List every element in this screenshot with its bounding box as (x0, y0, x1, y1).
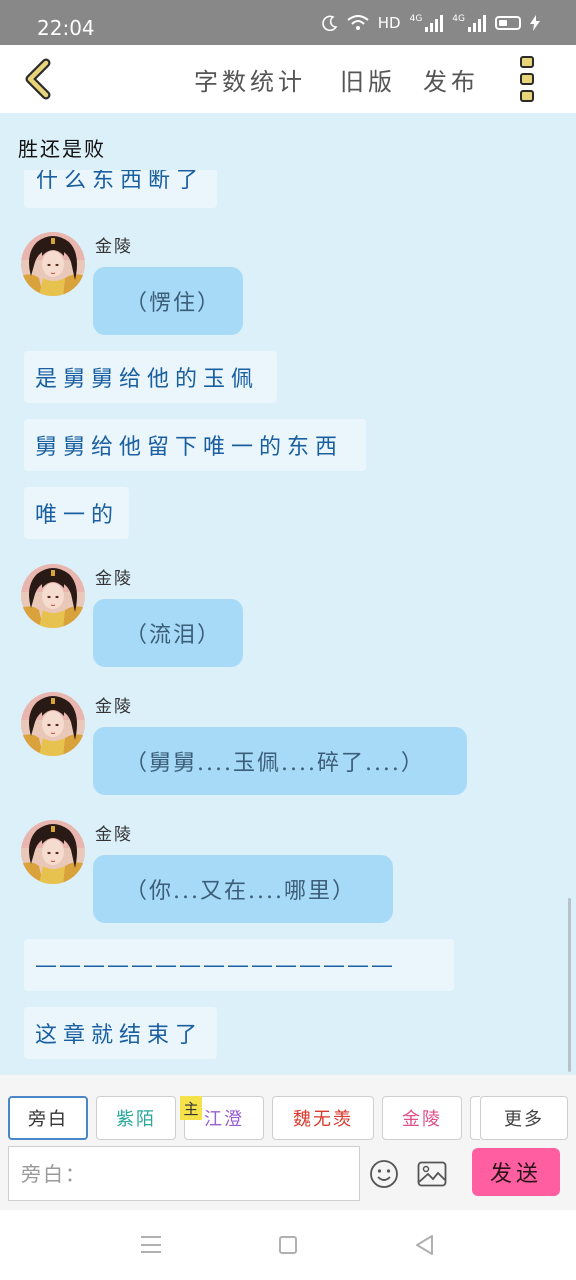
role-button-zimo[interactable]: 紫陌 (96, 1096, 176, 1140)
chat-title: 胜还是败 (18, 137, 106, 161)
old-version-button[interactable]: 旧版 (340, 62, 396, 97)
main-role-badge: 主 (180, 1096, 202, 1120)
avatar[interactable] (21, 564, 85, 628)
chat-bubble: （流泪） (93, 599, 243, 667)
status-time: 22:04 (37, 16, 95, 40)
network-type-1: 4G (409, 13, 423, 24)
signal-2-icon: 4G (452, 13, 486, 32)
sender-name: 金陵 (95, 237, 133, 257)
narration-message: 是舅舅给他的玉佩 (24, 351, 277, 403)
back-triangle-icon[interactable] (414, 1234, 436, 1256)
sender-name: 金陵 (95, 825, 133, 845)
narration-message: 这章就结束了 (24, 1007, 217, 1059)
role-button-narrator[interactable]: 旁白 (8, 1096, 88, 1140)
chat-bubble: （愣住） (93, 267, 243, 335)
word-count-button[interactable]: 字数统计 (194, 62, 306, 97)
status-bar: 22:04 HD 4G 4G (0, 0, 576, 45)
narration-text: 什么东西断了 (36, 170, 205, 193)
role-button-partial[interactable] (470, 1096, 480, 1140)
menu-icon[interactable] (141, 1236, 161, 1253)
network-type-2: 4G (452, 13, 465, 24)
signal-1-icon: 4G (409, 13, 444, 32)
role-button-more[interactable]: 更多 (480, 1096, 568, 1140)
wifi-icon (347, 15, 369, 30)
chat-area[interactable]: 什么东西断了 金陵 （愣住） 是舅舅给他的玉佩 舅舅给他留下唯一的东西 唯一的 … (0, 170, 576, 1075)
back-chevron-icon (25, 58, 51, 100)
top-bar: 字数统计 旧版 发布 (0, 45, 576, 113)
avatar[interactable] (21, 820, 85, 884)
send-button[interactable]: 发送 (472, 1148, 560, 1196)
avatar[interactable] (21, 692, 85, 756)
role-button-weiwuxian[interactable]: 魏无羡 (272, 1096, 374, 1140)
battery-icon (495, 16, 521, 30)
sender-name: 金陵 (95, 697, 133, 717)
avatar[interactable] (21, 232, 85, 296)
narration-message: 什么东西断了 (24, 170, 217, 208)
charging-icon (530, 15, 540, 31)
status-icons: HD 4G 4G (322, 14, 540, 32)
image-icon (417, 1161, 447, 1187)
scrollbar[interactable] (568, 898, 571, 1072)
home-icon[interactable] (279, 1236, 297, 1254)
navigation-bar (0, 1210, 576, 1280)
role-button-jinling[interactable]: 金陵 (382, 1096, 462, 1140)
narration-message: ——————————————— (24, 939, 454, 991)
image-button[interactable] (417, 1161, 447, 1187)
narration-message: 舅舅给他留下唯一的东西 (24, 419, 366, 471)
back-button[interactable] (20, 57, 60, 101)
message-input[interactable] (8, 1146, 360, 1201)
composer-panel: 旁白 紫陌 江澄 主 魏无羡 金陵 更多 发送 (0, 1075, 576, 1210)
chat-bubble: （你...又在....哪里） (93, 855, 393, 923)
sender-name: 金陵 (95, 569, 133, 589)
network-label: HD (377, 14, 401, 32)
narration-message: 唯一的 (24, 487, 129, 539)
more-vertical-icon[interactable] (520, 56, 538, 102)
emoji-button[interactable] (369, 1159, 399, 1189)
chat-bubble: （舅舅....玉佩....碎了....） (93, 727, 467, 795)
emoji-icon (370, 1160, 398, 1188)
publish-button[interactable]: 发布 (423, 62, 479, 97)
moon-icon (322, 15, 338, 31)
